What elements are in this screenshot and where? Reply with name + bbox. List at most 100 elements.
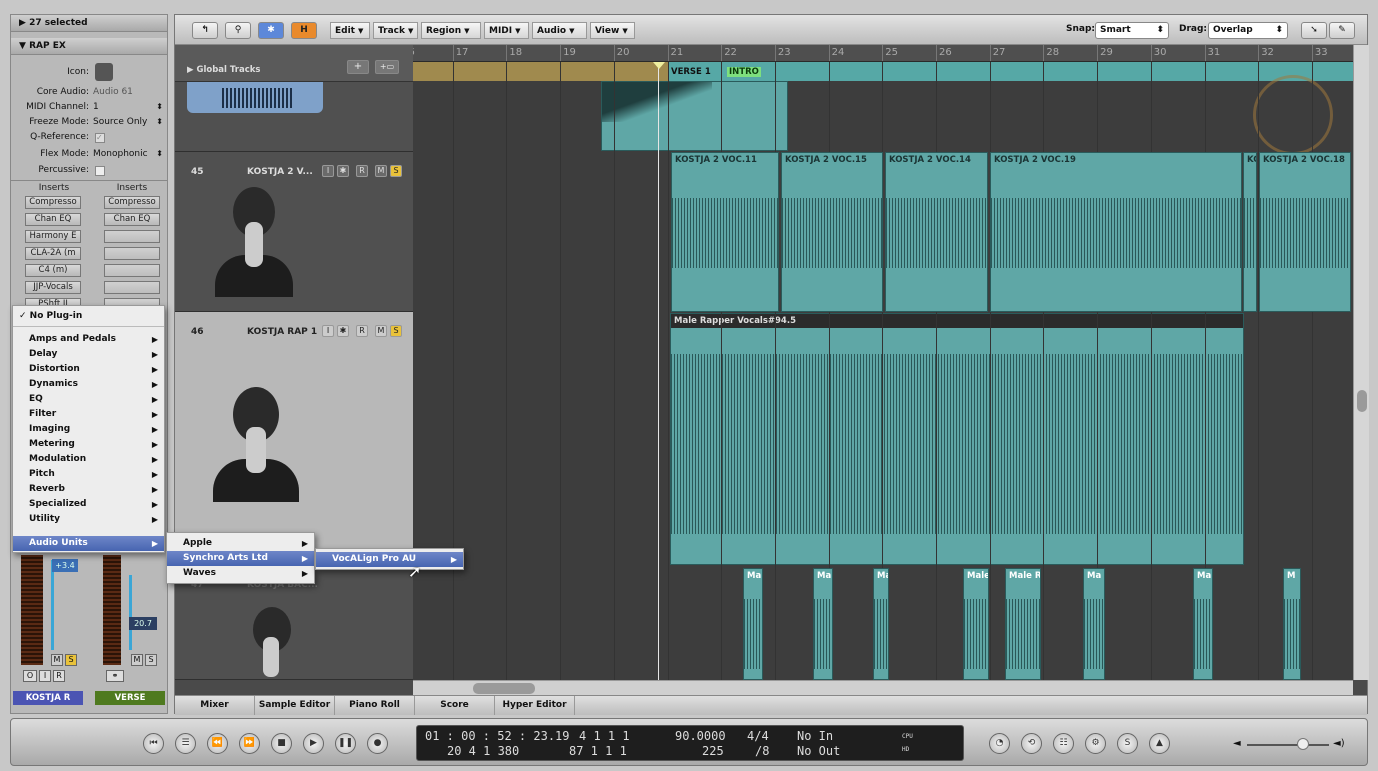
input-monitor-button[interactable]: I <box>39 670 51 682</box>
pause-icon[interactable]: ❚❚ <box>335 733 356 754</box>
stop-icon[interactable]: ■ <box>271 733 292 754</box>
solo-button[interactable]: S <box>390 165 402 177</box>
menu-item-distortion[interactable]: Distortion ▶ <box>13 362 164 377</box>
menu-icon[interactable]: ☰ <box>175 733 196 754</box>
back-icon[interactable]: ↰ <box>192 22 218 39</box>
menu-item-waves[interactable]: Waves ▶ <box>167 566 314 581</box>
audio-region-small[interactable]: Ma <box>743 568 763 680</box>
menu-item-no-plugin[interactable]: ✓ No Plug-in <box>13 309 164 324</box>
audio-region-small[interactable]: Male R <box>1005 568 1041 680</box>
insert-slot[interactable] <box>104 264 160 277</box>
menu-region[interactable]: Region ▼ <box>421 22 481 39</box>
param-q-reference[interactable]: Q-Reference: ✓ <box>11 132 167 148</box>
tab-mixer[interactable]: Mixer <box>175 696 255 715</box>
audio-region[interactable]: KOSTJA 2 VOC.18 <box>1259 152 1351 312</box>
track-icon[interactable] <box>95 63 113 81</box>
solo-button[interactable]: S <box>65 654 77 666</box>
menu-item-delay[interactable]: Delay ▶ <box>13 347 164 362</box>
scroll-thumb[interactable] <box>473 683 535 694</box>
insert-slot[interactable]: C4 (m) <box>25 264 81 277</box>
add-track-icon[interactable]: + <box>347 60 369 74</box>
menu-item-eq[interactable]: EQ ▶ <box>13 392 164 407</box>
fast-forward-icon[interactable]: ⏩ <box>239 733 260 754</box>
channel-name-left[interactable]: KOSTJA R <box>13 691 83 705</box>
input-monitor-button[interactable]: I <box>322 165 334 177</box>
menu-item-specialized[interactable]: Specialized ▶ <box>13 497 164 512</box>
audio-region[interactable]: KOSTJA 2 VOC.15 <box>781 152 883 312</box>
menu-item-amps-and-pedals[interactable]: Amps and Pedals ▶ <box>13 332 164 347</box>
q-reference-checkbox[interactable]: ✓ <box>95 133 105 143</box>
rewind-icon[interactable]: ⏪ <box>207 733 228 754</box>
mute-button[interactable]: M <box>51 654 63 666</box>
volume-knob[interactable] <box>1297 738 1309 750</box>
menu-item-metering[interactable]: Metering ▶ <box>13 437 164 452</box>
menu-track[interactable]: Track ▼ <box>373 22 418 39</box>
playhead[interactable] <box>658 45 659 680</box>
insert-slot[interactable] <box>104 230 160 243</box>
record-enable-button[interactable]: R <box>53 670 65 682</box>
fader-left[interactable] <box>51 560 54 650</box>
audio-region[interactable]: KO <box>1243 152 1257 312</box>
playhead-handle-icon[interactable] <box>653 62 665 69</box>
horizontal-scrollbar[interactable] <box>413 680 1353 695</box>
vertical-scrollbar[interactable] <box>1353 45 1369 680</box>
stepper-icon[interactable]: ⬍ <box>156 102 163 111</box>
insert-slot[interactable] <box>104 281 160 294</box>
track-row-46[interactable]: 46 KOSTJA RAP 1 I ✱ R M S <box>175 312 413 565</box>
percussive-checkbox[interactable] <box>95 166 105 176</box>
insert-slot[interactable]: Chan EQ <box>25 213 81 226</box>
insert-slot[interactable]: JJP-Vocals <box>25 281 81 294</box>
mixer-icon[interactable]: ☷ <box>1053 733 1074 754</box>
marker-verse[interactable]: VERSE 1 INTRO <box>669 62 1353 81</box>
input-monitor-button[interactable]: I <box>322 325 334 337</box>
audio-region[interactable]: KOSTJA 2 VOC.14 <box>885 152 988 312</box>
channel-name-right[interactable]: VERSE <box>95 691 165 705</box>
audio-region-small[interactable]: Ma <box>873 568 889 680</box>
menu-item-modulation[interactable]: Modulation ▶ <box>13 452 164 467</box>
insert-slot[interactable]: Chan EQ <box>104 213 160 226</box>
mute-button[interactable]: M <box>131 654 143 666</box>
audio-region[interactable]: KOSTJA 2 VOC.19 <box>990 152 1242 312</box>
tuner-icon[interactable]: ⚙ <box>1085 733 1106 754</box>
menu-item-synchro-arts[interactable]: Synchro Arts Ltd ▶ <box>167 551 314 566</box>
pencil-tool-icon[interactable]: ✎ <box>1329 22 1355 39</box>
selection-header[interactable]: ▶ 27 selected <box>11 15 167 32</box>
insert-slot[interactable]: Harmony E <box>25 230 81 243</box>
volume-readout-right[interactable]: 20.7 <box>129 617 157 630</box>
param-midi-channel[interactable]: MIDI Channel: 1 ⬍ <box>11 102 167 118</box>
metronome-icon[interactable]: ◔ <box>989 733 1010 754</box>
record-enable-button[interactable]: R <box>356 325 368 337</box>
menu-item-audio-units[interactable]: Audio Units ▶ <box>13 536 164 551</box>
param-percussive[interactable]: Percussive: <box>11 165 167 181</box>
audio-region-small[interactable]: M <box>1283 568 1301 680</box>
param-freeze-mode[interactable]: Freeze Mode: Source Only ⬍ <box>11 117 167 133</box>
record-enable-button[interactable]: R <box>356 165 368 177</box>
menu-item-vocalign[interactable]: VocALign Pro AU ▶ <box>316 552 463 567</box>
sync-icon[interactable]: ▲ <box>1149 733 1170 754</box>
fader-right[interactable] <box>129 575 132 650</box>
track-row-44[interactable] <box>175 82 413 152</box>
catch-icon[interactable]: ✱ <box>258 22 284 39</box>
mute-button[interactable]: M <box>375 165 387 177</box>
insert-slot[interactable]: CLA-2A (m <box>25 247 81 260</box>
freeze-icon[interactable]: ✱ <box>337 165 349 177</box>
snap-popup[interactable]: Smart ⬍ <box>1095 22 1169 39</box>
arrange-area[interactable]: VERSE 1 INTRO Male Rapper Vocals#94.5 KO… <box>413 45 1353 680</box>
mute-button[interactable]: M <box>375 325 387 337</box>
volume-slider[interactable] <box>1247 744 1329 746</box>
audio-region-small[interactable]: Male <box>963 568 989 680</box>
menu-audio[interactable]: Audio ▼ <box>532 22 587 39</box>
scroll-thumb[interactable] <box>1357 390 1367 412</box>
bar-ruler[interactable]: 16 17 18 19 20 21 22 23 24 25 26 27 28 29 30 31 32 33 <box>413 45 1353 62</box>
solo-button[interactable]: S <box>390 325 402 337</box>
solo-button[interactable]: S <box>145 654 157 666</box>
menu-view[interactable]: View ▼ <box>590 22 635 39</box>
insert-slot[interactable]: Compresso <box>104 196 160 209</box>
tab-score[interactable]: Score <box>415 696 495 715</box>
menu-item-pitch[interactable]: Pitch ▶ <box>13 467 164 482</box>
global-tracks-bar[interactable]: ▶ Global Tracks + +▭ <box>175 45 413 82</box>
freeze-icon[interactable]: ✱ <box>337 325 349 337</box>
audio-region-rapper[interactable]: Male Rapper Vocals#94.5 <box>670 313 1244 565</box>
solo-icon[interactable]: S <box>1117 733 1138 754</box>
menu-midi[interactable]: MIDI ▼ <box>484 22 529 39</box>
